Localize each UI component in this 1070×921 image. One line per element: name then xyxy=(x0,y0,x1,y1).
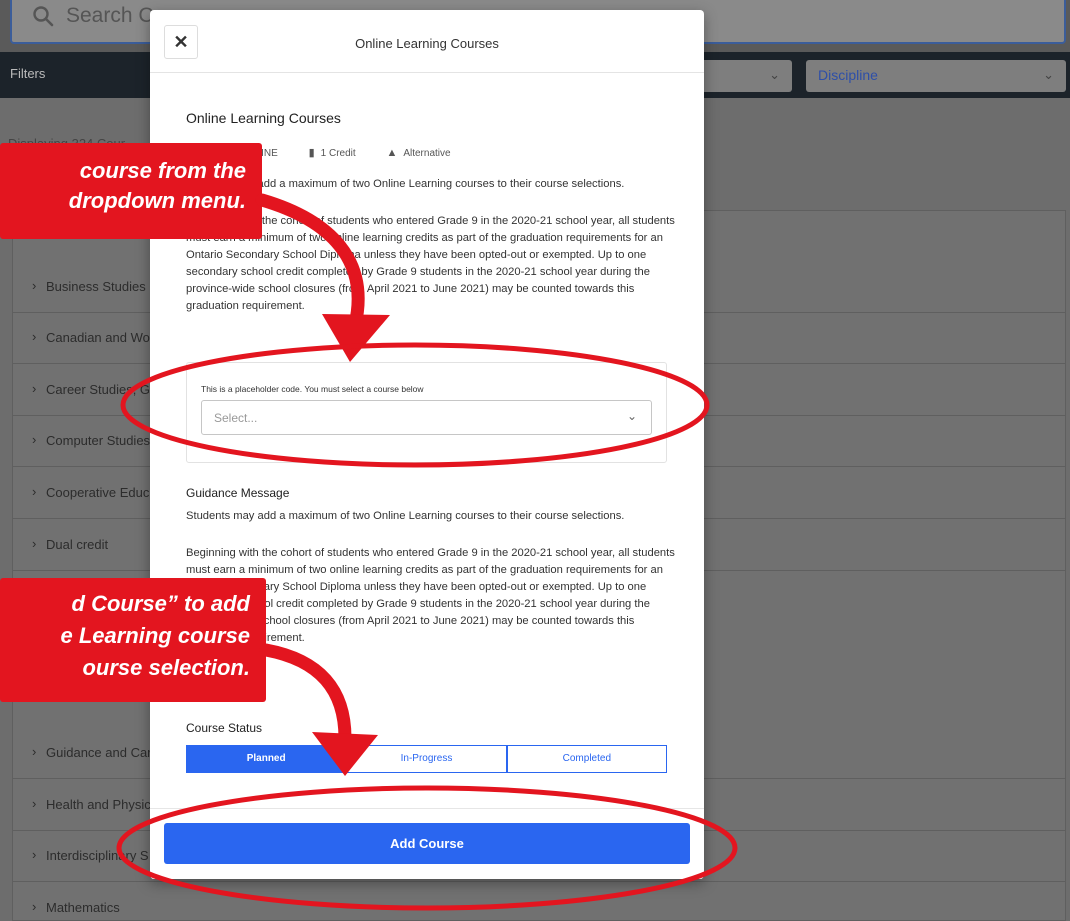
type-meta: ▲ Alternative xyxy=(386,147,464,159)
status-completed-button[interactable]: Completed xyxy=(506,745,667,773)
discipline-select[interactable]: Discipline ⌄ xyxy=(806,60,1066,92)
chevron-down-icon: ⌄ xyxy=(1043,67,1054,82)
chevron-right-icon: › xyxy=(32,536,37,551)
callout-line: ourse selection. xyxy=(82,655,250,680)
category-label: Guidance and Car xyxy=(46,745,152,760)
course-status-toggle: Planned In-Progress Completed xyxy=(186,745,667,773)
course-select-box: This is a placeholder code. You must sel… xyxy=(186,362,667,463)
modal-title: Online Learning Courses xyxy=(355,36,499,51)
callout-line: dropdown menu. xyxy=(68,188,246,213)
category-label: Dual credit xyxy=(46,537,109,552)
category-label: Mathematics xyxy=(46,900,120,915)
discipline-label: Discipline xyxy=(818,67,878,83)
category-label: Canadian and Wo xyxy=(46,330,150,345)
callout-line: course from the xyxy=(79,158,246,183)
guidance-title: Guidance Message xyxy=(186,486,290,500)
guidance-text-1: Students may add a maximum of two Online… xyxy=(186,510,625,522)
course-title: Online Learning Courses xyxy=(186,110,341,126)
course-status-title: Course Status xyxy=(186,721,263,735)
credit-value: 1 Credit xyxy=(320,148,356,159)
type-value: Alternative xyxy=(403,148,451,159)
chevron-right-icon: › xyxy=(32,484,37,499)
modal-footer: Add Course xyxy=(150,808,704,879)
credit-meta: ▮ 1 Credit xyxy=(309,146,370,159)
chevron-right-icon: › xyxy=(32,796,37,811)
category-label: Computer Studies xyxy=(46,433,151,448)
chevron-right-icon: › xyxy=(32,329,37,344)
modal-header: Online Learning Courses ✕ xyxy=(150,10,704,73)
callout-line: e Learning course xyxy=(60,623,250,648)
search-icon xyxy=(33,6,54,27)
filter-select[interactable]: ⌄ xyxy=(690,60,792,92)
callout-line: d Course” to add xyxy=(71,591,250,616)
status-planned-button[interactable]: Planned xyxy=(186,745,347,773)
category-label: Interdisciplinary S xyxy=(46,848,149,863)
category-label: Health and Physic xyxy=(46,797,151,812)
status-in-progress-button[interactable]: In-Progress xyxy=(346,745,507,773)
filters-label: Filters xyxy=(10,66,46,81)
chevron-right-icon: › xyxy=(32,744,37,759)
chevron-down-icon: ⌄ xyxy=(769,67,780,82)
select-hint: This is a placeholder code. You must sel… xyxy=(201,384,424,394)
course-select[interactable]: Select... ⌄ xyxy=(201,400,652,435)
course-modal: Online Learning Courses ✕ Online Learnin… xyxy=(150,10,704,879)
chevron-right-icon: › xyxy=(32,432,37,447)
select-placeholder: Select... xyxy=(214,411,258,425)
category-label: Career Studies, Gr xyxy=(46,382,155,397)
chevron-right-icon: › xyxy=(32,847,37,862)
book-icon: ▮ xyxy=(308,147,315,159)
category-row[interactable]: › Mathematics xyxy=(12,883,1066,921)
search-placeholder: Search C xyxy=(66,4,154,27)
category-label: Business Studies xyxy=(46,279,146,294)
close-button[interactable]: ✕ xyxy=(164,25,198,59)
category-label: Cooperative Educ xyxy=(46,485,150,500)
chevron-right-icon: › xyxy=(32,381,37,396)
chevron-right-icon: › xyxy=(32,899,37,914)
annotation-callout-select: course from the dropdown menu. xyxy=(0,143,262,239)
chevron-down-icon: ⌄ xyxy=(626,409,637,423)
chevron-right-icon: › xyxy=(32,278,37,293)
add-course-button[interactable]: Add Course xyxy=(164,823,690,864)
graduation-cap-icon: ▲ xyxy=(386,147,398,159)
annotation-callout-add: d Course” to add e Learning course ourse… xyxy=(0,578,266,702)
